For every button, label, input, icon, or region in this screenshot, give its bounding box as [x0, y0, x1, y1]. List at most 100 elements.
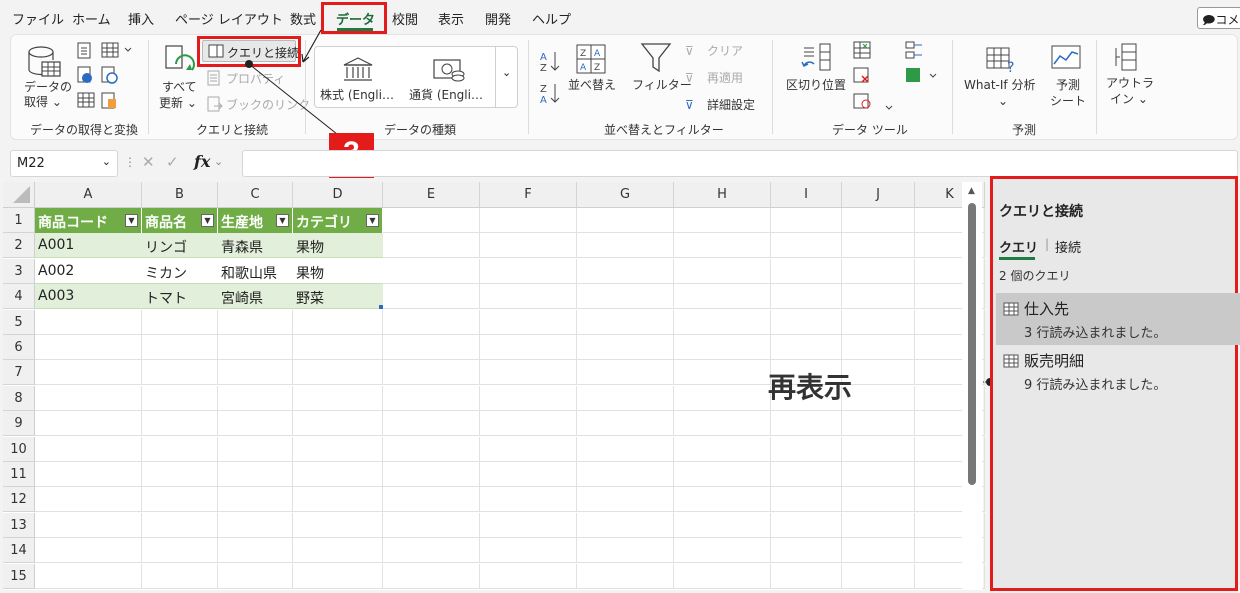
grid-cell[interactable] — [842, 538, 915, 564]
grid-cell[interactable] — [480, 487, 577, 513]
grid-cell[interactable] — [480, 385, 577, 411]
grid-cell[interactable] — [383, 538, 480, 564]
grid-cell[interactable] — [771, 487, 842, 513]
grid-cell[interactable] — [383, 436, 480, 462]
grid-cell[interactable] — [771, 284, 842, 310]
grid-cell[interactable] — [383, 284, 480, 310]
grid-cell[interactable] — [577, 208, 674, 233]
grid-cell[interactable] — [577, 563, 674, 589]
column-header[interactable]: E — [383, 182, 480, 208]
grid-cell[interactable] — [383, 233, 480, 259]
row-header[interactable]: 8 — [3, 385, 35, 411]
grid-cell[interactable] — [842, 385, 915, 411]
grid-cell[interactable] — [383, 487, 480, 513]
grid-cell[interactable] — [218, 309, 293, 335]
grid-cell[interactable] — [480, 462, 577, 487]
grid-cell[interactable] — [142, 360, 218, 386]
grid-cell[interactable] — [142, 411, 218, 437]
row-header[interactable]: 13 — [3, 512, 35, 538]
grid-cell[interactable] — [674, 512, 771, 538]
grid-cell[interactable] — [480, 563, 577, 589]
grid-cell[interactable] — [480, 538, 577, 564]
grid-cell[interactable] — [218, 487, 293, 513]
grid-cell[interactable] — [577, 258, 674, 284]
grid-cell[interactable] — [293, 487, 383, 513]
grid-cell[interactable] — [218, 462, 293, 487]
row-header[interactable]: 10 — [3, 436, 35, 462]
grid-cell[interactable] — [142, 563, 218, 589]
grid-cell[interactable] — [842, 208, 915, 233]
grid-cell[interactable] — [674, 385, 771, 411]
grid-cell[interactable] — [383, 411, 480, 437]
grid-cell[interactable] — [480, 335, 577, 360]
table-cell[interactable]: 野菜 — [293, 284, 383, 310]
column-header[interactable]: B — [142, 182, 218, 208]
grid-cell[interactable] — [577, 462, 674, 487]
table-header-cell[interactable]: カテゴリ ▼ — [293, 208, 383, 233]
grid-cell[interactable] — [293, 335, 383, 360]
grid-cell[interactable] — [771, 309, 842, 335]
grid-cell[interactable] — [480, 258, 577, 284]
grid-cell[interactable] — [842, 360, 915, 386]
table-cell[interactable]: 和歌山県 — [218, 258, 293, 284]
grid-cell[interactable] — [674, 436, 771, 462]
tab-connections[interactable]: 接続 — [1055, 237, 1081, 256]
grid-cell[interactable] — [383, 335, 480, 360]
grid-cell[interactable] — [35, 411, 142, 437]
grid-cell[interactable] — [218, 538, 293, 564]
grid-cell[interactable] — [218, 436, 293, 462]
grid-cell[interactable] — [142, 512, 218, 538]
grid-cell[interactable] — [480, 284, 577, 310]
column-header[interactable]: F — [480, 182, 577, 208]
grid-cell[interactable] — [383, 309, 480, 335]
grid-cell[interactable] — [35, 538, 142, 564]
grid-cell[interactable] — [771, 258, 842, 284]
grid-cell[interactable] — [577, 335, 674, 360]
column-header[interactable]: C — [218, 182, 293, 208]
table-cell[interactable]: トマト — [142, 284, 218, 310]
grid-cell[interactable] — [293, 411, 383, 437]
grid-cell[interactable] — [842, 512, 915, 538]
grid-cell[interactable] — [293, 360, 383, 386]
grid-cell[interactable] — [218, 563, 293, 589]
grid-cell[interactable] — [674, 309, 771, 335]
grid-cell[interactable] — [577, 538, 674, 564]
grid-cell[interactable] — [35, 462, 142, 487]
grid-cell[interactable] — [842, 309, 915, 335]
grid-cell[interactable] — [577, 487, 674, 513]
grid-cell[interactable] — [383, 208, 480, 233]
grid-cell[interactable] — [674, 208, 771, 233]
table-cell[interactable]: 宮崎県 — [218, 284, 293, 310]
grid-cell[interactable] — [842, 462, 915, 487]
column-header[interactable]: J — [842, 182, 915, 208]
row-header[interactable]: 5 — [3, 309, 35, 335]
tab-queries[interactable]: クエリ — [999, 237, 1038, 256]
grid-cell[interactable] — [577, 436, 674, 462]
column-header[interactable]: A — [35, 182, 142, 208]
table-header-cell[interactable]: 生産地 ▼ — [218, 208, 293, 233]
query-item[interactable]: 仕入先 3 行読み込まれました。 — [996, 293, 1240, 345]
scrollbar-thumb[interactable] — [968, 203, 976, 485]
grid-cell[interactable] — [577, 411, 674, 437]
grid-cell[interactable] — [577, 385, 674, 411]
grid-cell[interactable] — [674, 487, 771, 513]
grid-cell[interactable] — [35, 512, 142, 538]
grid-cell[interactable] — [480, 360, 577, 386]
grid-cell[interactable] — [142, 487, 218, 513]
grid-cell[interactable] — [480, 309, 577, 335]
grid-cell[interactable] — [674, 335, 771, 360]
grid-cell[interactable] — [842, 563, 915, 589]
table-cell[interactable]: 果物 — [293, 233, 383, 259]
column-header[interactable]: I — [771, 182, 842, 208]
grid-cell[interactable] — [771, 335, 842, 360]
grid-cell[interactable] — [674, 233, 771, 259]
row-header[interactable]: 7 — [3, 360, 35, 386]
filter-dropdown-icon[interactable]: ▼ — [125, 214, 138, 227]
column-header[interactable]: D — [293, 182, 383, 208]
filter-dropdown-icon[interactable]: ▼ — [276, 214, 289, 227]
table-cell[interactable]: 果物 — [293, 258, 383, 284]
grid-cell[interactable] — [771, 462, 842, 487]
table-cell[interactable]: A001 — [35, 233, 142, 259]
grid-cell[interactable] — [142, 309, 218, 335]
insert-function-icon[interactable]: fx — [194, 152, 210, 171]
